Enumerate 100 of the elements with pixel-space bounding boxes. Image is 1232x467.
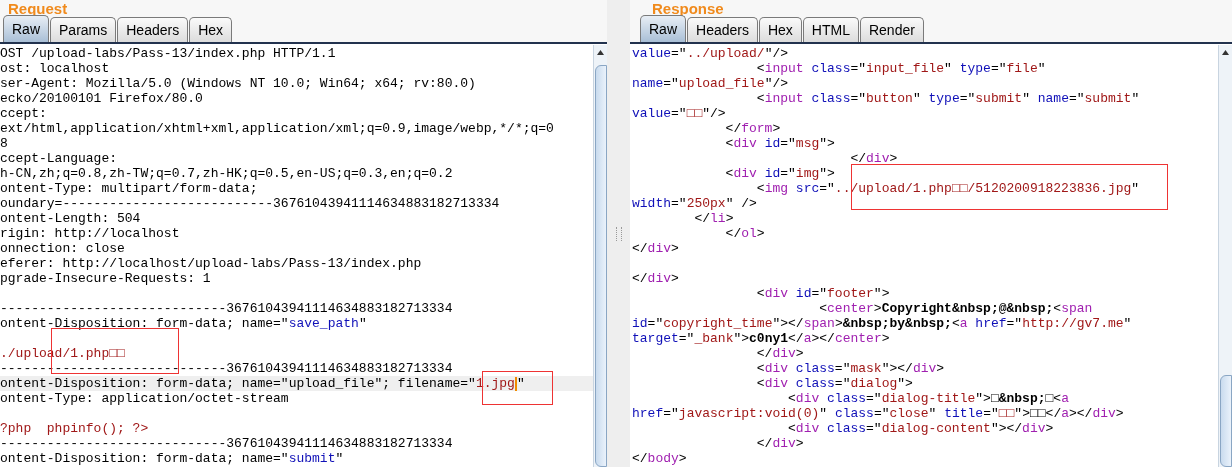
code-token: > (834, 316, 843, 331)
scroll-thumb[interactable] (1220, 375, 1232, 467)
tab[interactable]: Hex (758, 17, 802, 42)
code-token: id (763, 166, 781, 181)
code-token: □&nbsp;□ (990, 391, 1054, 406)
tab[interactable]: Headers (687, 17, 758, 42)
code-token: submit (1084, 91, 1132, 106)
code-token: input (764, 61, 804, 76)
tab[interactable]: Render (859, 17, 924, 42)
code-token: "> (819, 166, 835, 181)
code-token: div (764, 376, 789, 391)
code-token: input_file (866, 61, 945, 76)
code-token: < (724, 136, 734, 151)
code-token: </ (724, 226, 742, 241)
code-token: < (818, 301, 828, 316)
code-token: =" (866, 391, 882, 406)
tab[interactable]: Raw (3, 15, 49, 42)
scroll-thumb[interactable] (595, 65, 607, 467)
code-token: =" (647, 316, 664, 331)
code-token: "> (975, 391, 991, 406)
code-token: class (810, 61, 851, 76)
code-token: class (810, 91, 851, 106)
code-token: ser-Agent: Mozilla/5.0 (Windows NT 10.0; Win64; x64; rv:80.0) (0, 76, 476, 91)
code-token: < (787, 421, 796, 436)
code-editor[interactable] (0, 45, 593, 467)
code-token: form (741, 121, 773, 136)
code-token: value (632, 106, 671, 121)
code-token: " (912, 91, 921, 106)
scrollbar[interactable] (593, 45, 607, 467)
code-token: </ (1045, 406, 1062, 421)
code-token: save_path (288, 316, 359, 331)
code-token: > (671, 241, 679, 256)
code-token: ccept: (0, 106, 47, 121)
code-token: > (678, 451, 687, 466)
code-token: a (1061, 406, 1069, 421)
code-token: http://gv7.me (1022, 316, 1124, 331)
code-token: "></ (772, 316, 804, 331)
code-token: javascript:void(0) (678, 406, 820, 421)
code-token: " /> (725, 196, 757, 211)
code-token: center (827, 301, 874, 316)
code-token: id (763, 136, 781, 151)
code-token: < (755, 286, 765, 301)
code-token: > (772, 121, 781, 136)
code-token: "/> (702, 106, 726, 121)
code-token: </ (632, 241, 648, 256)
code-token: "> (819, 136, 835, 151)
code-token: class (826, 391, 867, 406)
code-token: =" (780, 136, 796, 151)
code-token: a (803, 331, 812, 346)
code-token: a (1061, 391, 1069, 406)
code-token: > (1045, 421, 1054, 436)
code-token: name (1036, 91, 1069, 106)
code-token: ontent-Type: multipart/form-data; (0, 181, 258, 196)
code-token: =" (834, 361, 851, 376)
code-token: "></ (881, 361, 913, 376)
code-token: dialog-title (881, 391, 976, 406)
code-token: upload_file (678, 76, 765, 91)
code-token: div (764, 361, 789, 376)
code-token: type (927, 91, 960, 106)
scrollbar[interactable] (1218, 45, 1232, 467)
code-token: =" (850, 61, 867, 76)
code-token: □□ (1029, 406, 1046, 421)
tab[interactable]: HTML (802, 17, 859, 42)
code-token: class (833, 406, 874, 421)
code-token: > (795, 346, 804, 361)
code-token: img (795, 166, 820, 181)
code-token: div (1022, 421, 1046, 436)
code-token: id (794, 286, 812, 301)
code-token: "/> (764, 46, 789, 61)
tab[interactable]: Params (50, 17, 117, 42)
code-token: ></ (811, 331, 835, 346)
code-token: > (881, 331, 890, 346)
code-token: eferer: http://localhost/upload-labs/Pass-13/index.php (0, 256, 422, 271)
tab[interactable]: Headers (117, 17, 189, 42)
code-token: div (733, 166, 757, 181)
code-token: < (951, 316, 960, 331)
code-token: div (772, 436, 796, 451)
code-token: id (632, 316, 648, 331)
code-token: close (889, 406, 929, 421)
code-token: > (756, 226, 765, 241)
code-token: > (889, 151, 898, 166)
code-token: class (794, 376, 835, 391)
code-token: > (795, 436, 804, 451)
code-token: "> (733, 331, 750, 346)
code-token: =" (873, 406, 890, 421)
code-token: " (928, 406, 937, 421)
code-token: div (764, 286, 789, 301)
code-token: ?php phpinfo(); ?> (0, 421, 149, 436)
code-token: div (795, 391, 820, 406)
code-token: src (794, 181, 820, 196)
code-token: =" (1006, 316, 1023, 331)
code-token: h-CN,zh;q=0.8,zh-TW;q=0.7,zh-HK;q=0.5,en-US;q=0.3,en;q=0.2 (0, 166, 453, 181)
tab[interactable]: Hex (189, 17, 233, 42)
code-token: name (632, 76, 664, 91)
code-token: </ (632, 271, 648, 286)
code-token: =" (811, 286, 828, 301)
code-token: " (358, 316, 367, 331)
code-token: " (1037, 61, 1046, 76)
tab[interactable]: Raw (640, 15, 686, 42)
code-token: < (787, 391, 796, 406)
